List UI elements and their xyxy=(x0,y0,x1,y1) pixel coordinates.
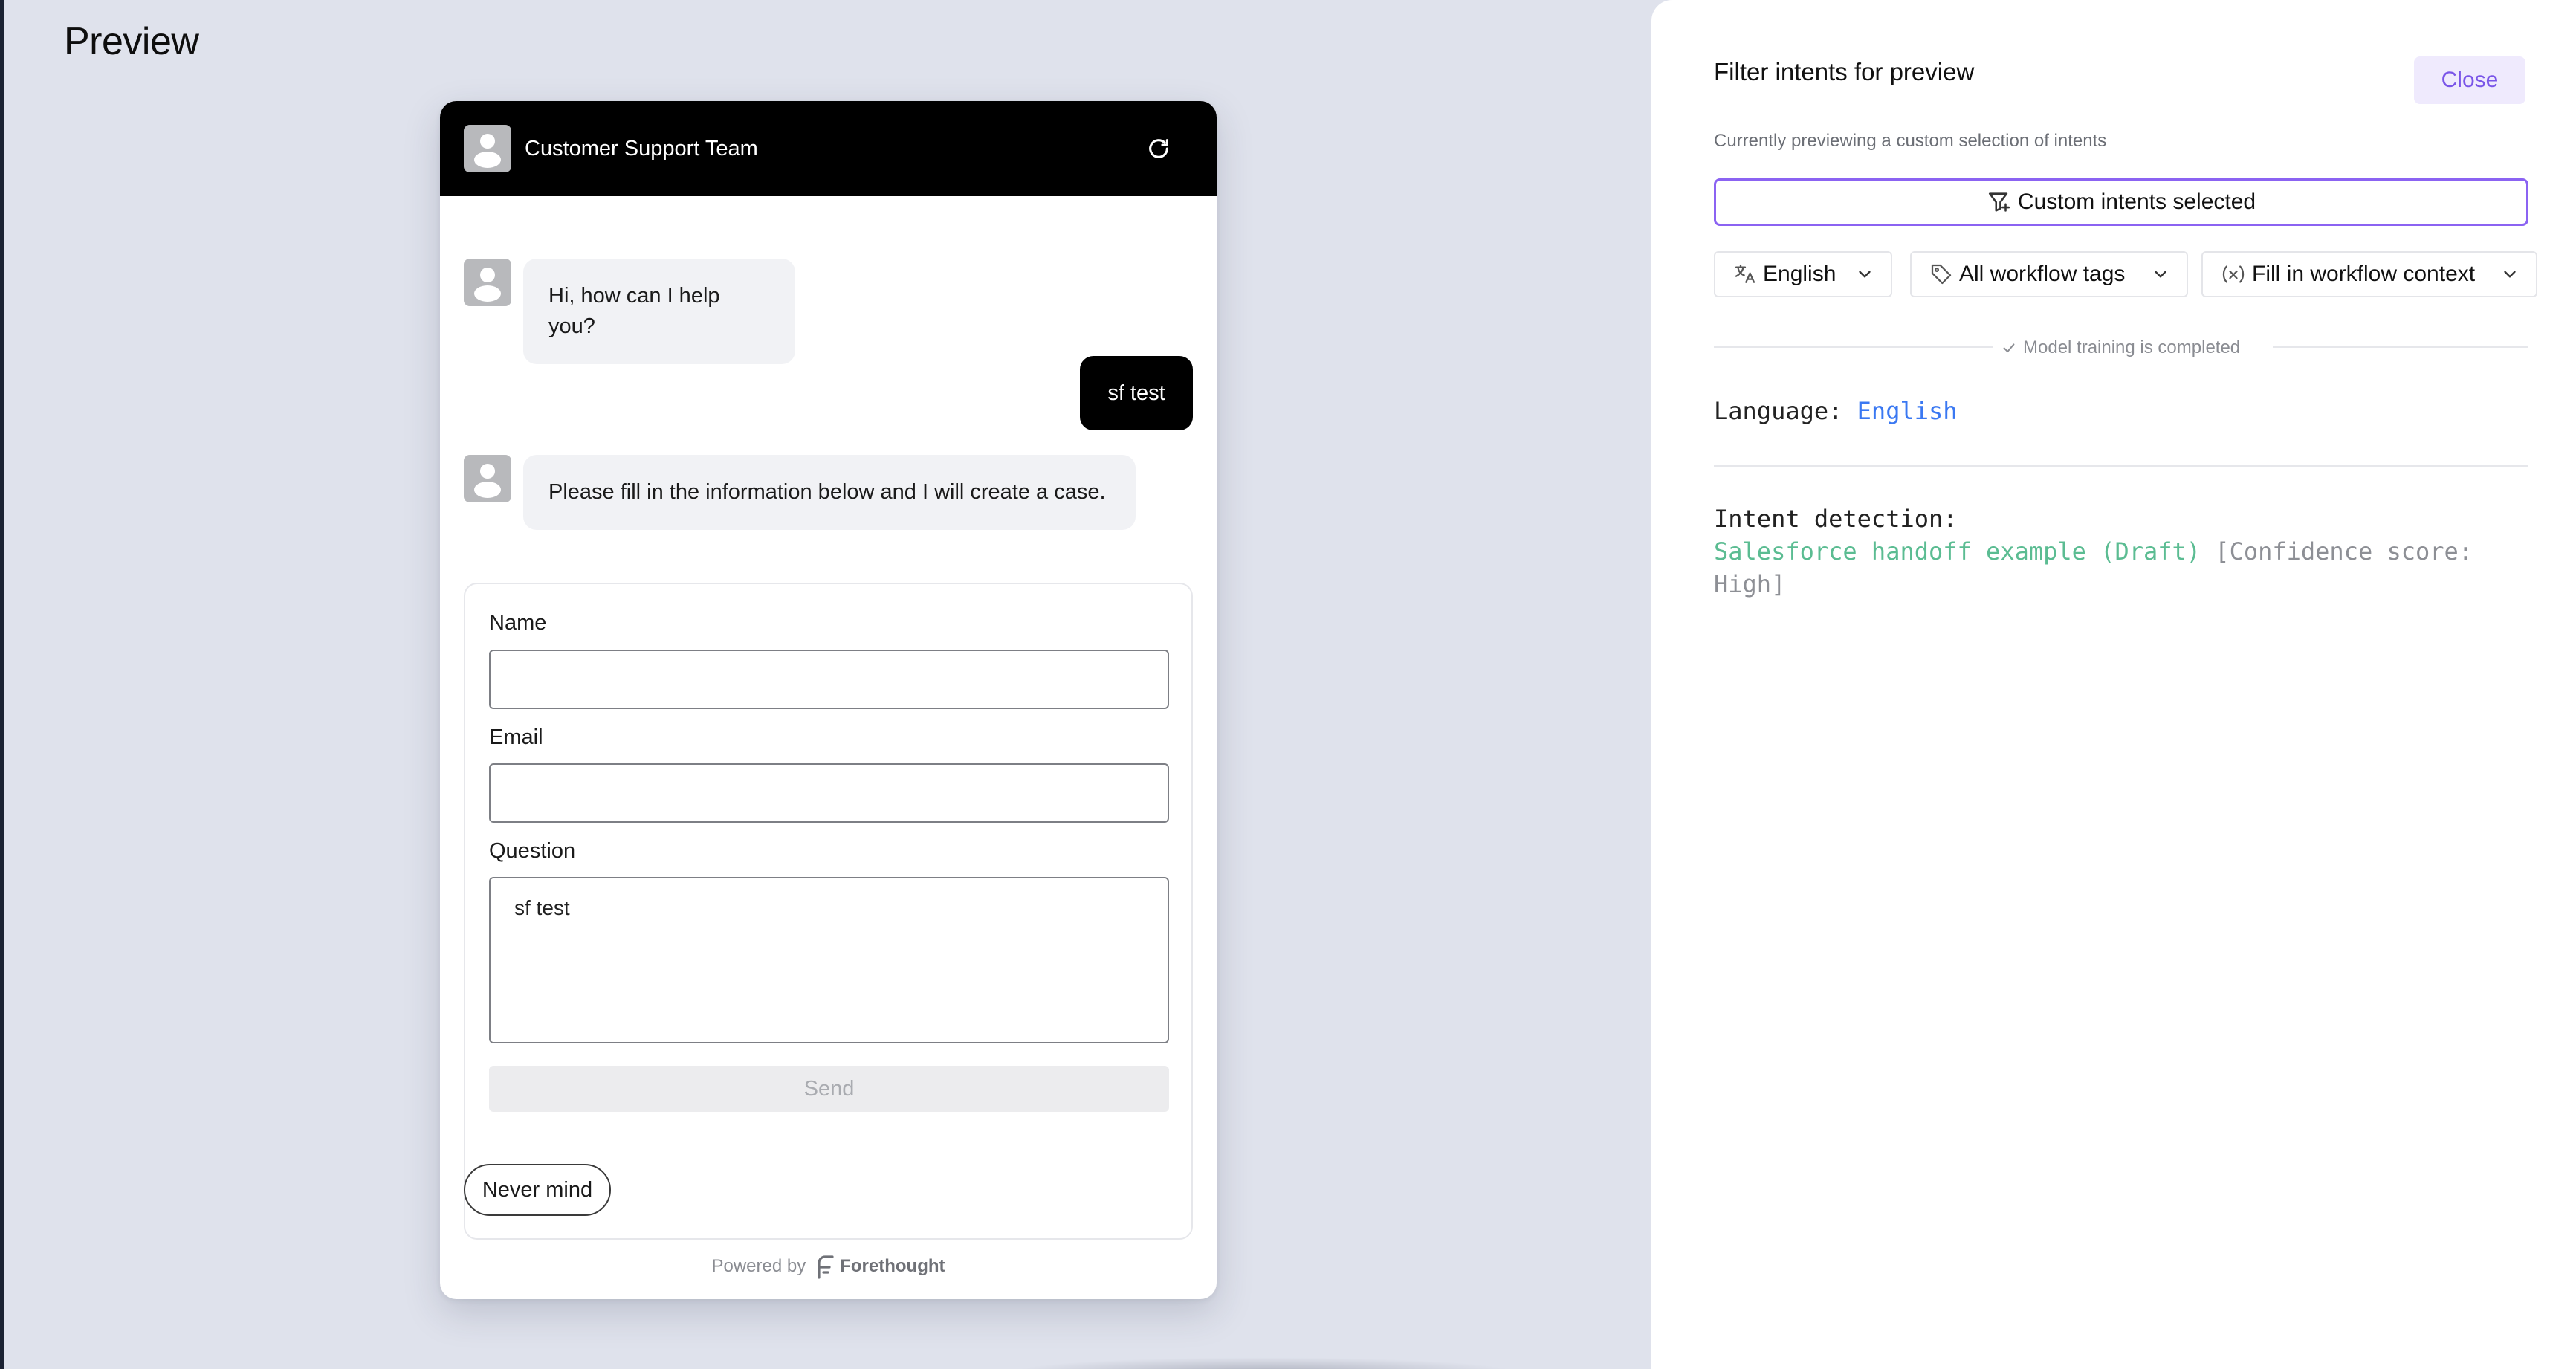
question-field[interactable]: sf test xyxy=(489,877,1169,1043)
team-avatar xyxy=(464,125,511,172)
bot-avatar xyxy=(464,455,511,502)
chevron-down-icon xyxy=(2151,265,2170,284)
tags-dropdown-label: All workflow tags xyxy=(1959,262,2126,286)
bot-message: Please fill in the information below and… xyxy=(464,455,1136,530)
custom-intents-label: Custom intents selected xyxy=(2017,190,2256,214)
widget-header: Customer Support Team xyxy=(440,101,1217,196)
powered-by: Powered by Forethought xyxy=(440,1252,1217,1281)
divider xyxy=(1714,465,2528,467)
user-message: sf test xyxy=(1080,356,1193,430)
language-readout: Language: English xyxy=(1714,397,1958,425)
send-button[interactable]: Send xyxy=(489,1066,1169,1112)
panel-title: Filter intents for preview xyxy=(1714,58,1975,85)
custom-intents-select[interactable]: Custom intents selected xyxy=(1714,178,2528,226)
powered-by-label: Powered by xyxy=(711,1256,806,1276)
bot-message-text: Please fill in the information below and… xyxy=(523,455,1136,530)
name-field[interactable] xyxy=(489,650,1169,709)
bot-message: Hi, how can I help you? xyxy=(464,259,795,364)
filter-panel: Filter intents for preview Close Current… xyxy=(1651,0,2576,1369)
header-title: Customer Support Team xyxy=(525,136,758,161)
intent-detection-readout: Intent detection: Salesforce handoff exa… xyxy=(1714,502,2539,601)
drop-shadow xyxy=(1011,1357,1516,1369)
brand-name: Forethought xyxy=(840,1256,945,1276)
tag-icon xyxy=(1929,262,1953,286)
training-status: Model training is completed xyxy=(2001,337,2240,358)
translate-icon xyxy=(1733,262,1757,286)
page-title: Preview xyxy=(64,20,199,63)
chevron-down-icon xyxy=(2500,265,2520,284)
chat-widget: Customer Support Team Hi, how can I help… xyxy=(440,101,1217,1299)
check-icon xyxy=(2003,343,2015,353)
email-field[interactable] xyxy=(489,763,1169,823)
filter-plus-icon xyxy=(1987,190,2012,215)
language-dropdown-label: English xyxy=(1763,262,1836,286)
context-dropdown[interactable]: Fill in workflow context xyxy=(2201,251,2537,297)
close-button[interactable]: Close xyxy=(2414,56,2525,104)
left-rail xyxy=(0,0,4,1369)
intent-key: Intent detection: xyxy=(1714,505,1958,533)
question-value: sf test xyxy=(514,896,570,919)
variable-icon xyxy=(2221,262,2246,286)
case-form: Name Email Question sf test Send xyxy=(464,583,1193,1240)
training-status-text: Model training is completed xyxy=(2023,337,2241,357)
forethought-logo-icon xyxy=(815,1254,835,1279)
language-dropdown[interactable]: English xyxy=(1714,251,1892,297)
language-value: English xyxy=(1857,397,1958,425)
question-label: Question xyxy=(489,839,576,863)
refresh-button[interactable] xyxy=(1141,131,1177,166)
name-label: Name xyxy=(489,611,547,635)
bot-message-text: Hi, how can I help you? xyxy=(523,259,795,364)
language-key: Language: xyxy=(1714,397,1843,425)
panel-subtitle: Currently previewing a custom selection … xyxy=(1714,131,2107,151)
tags-dropdown[interactable]: All workflow tags xyxy=(1910,251,2188,297)
refresh-icon xyxy=(1149,139,1168,158)
intent-name: Salesforce handoff example (Draft) xyxy=(1714,537,2201,566)
never-mind-button[interactable]: Never mind xyxy=(464,1164,611,1216)
email-label: Email xyxy=(489,725,543,749)
training-status-divider: Model training is completed xyxy=(1714,337,2528,358)
chevron-down-icon xyxy=(1855,265,1874,284)
context-dropdown-label: Fill in workflow context xyxy=(2252,262,2476,286)
bot-avatar xyxy=(464,259,511,306)
